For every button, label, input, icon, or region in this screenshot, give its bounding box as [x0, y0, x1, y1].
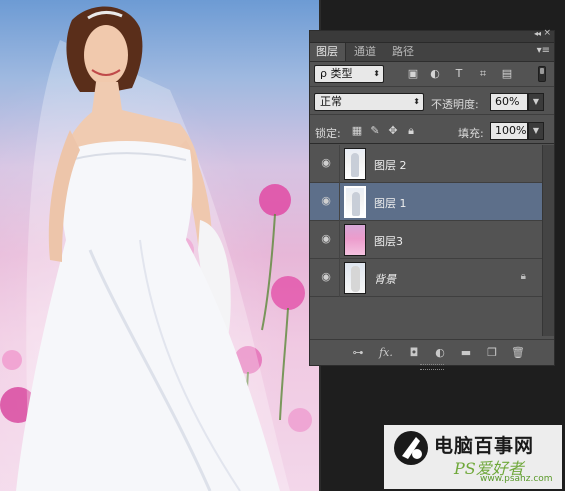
- image-filter-icon[interactable]: ▣: [406, 67, 420, 81]
- resize-grip[interactable]: [420, 364, 444, 370]
- opacity-field[interactable]: 60%: [490, 93, 528, 111]
- blend-mode-label: 正常: [320, 95, 342, 108]
- watermark-url: www.psahz.com: [480, 474, 553, 484]
- blend-mode-select[interactable]: 正常 ⬍: [314, 93, 424, 111]
- tab-channels[interactable]: 通道: [348, 43, 384, 61]
- layer-row[interactable]: ◉ 图层3: [310, 221, 542, 259]
- panel-menu-icon[interactable]: ▾≡: [537, 45, 550, 56]
- mask-icon[interactable]: ◘: [406, 346, 422, 360]
- smart-object-filter-icon[interactable]: ▤: [500, 67, 514, 81]
- chevron-updown-icon: ⬍: [373, 69, 380, 78]
- eye-icon[interactable]: ◉: [320, 233, 332, 245]
- layers-list: ◉ 图层 2 ◉ 图层 1 ◉ 图层3 ◉ 背景 🔒︎: [310, 145, 542, 336]
- fill-field[interactable]: 100%: [490, 122, 528, 140]
- opacity-dropdown-button[interactable]: ▼: [528, 93, 544, 111]
- flower-blob: [288, 408, 312, 432]
- close-icon[interactable]: ×: [543, 28, 551, 38]
- lock-paint-icon[interactable]: ✎: [368, 124, 382, 138]
- collapse-icon[interactable]: ◂◂: [534, 29, 541, 38]
- lock-position-icon[interactable]: ✥: [386, 124, 400, 138]
- lock-icon: 🔒︎: [520, 271, 526, 282]
- layer-name[interactable]: 图层3: [374, 233, 403, 249]
- layer-thumbnail: [344, 186, 366, 218]
- divider: [339, 183, 340, 221]
- lock-label: 锁定:: [315, 127, 341, 140]
- filter-toggle[interactable]: [538, 66, 546, 82]
- opacity-label: 不透明度:: [431, 98, 479, 111]
- layer-thumbnail: [344, 262, 366, 294]
- fill-label: 填充:: [458, 127, 484, 140]
- divider: [339, 221, 340, 259]
- link-icon[interactable]: ⊶: [350, 346, 366, 360]
- flower-blob: [259, 184, 291, 216]
- panel-titlebar[interactable]: ◂◂ ×: [310, 28, 554, 43]
- panel-bottom-bar: ⊶ fx. ◘ ◐ ▬ ❐ 🗑︎: [310, 339, 554, 370]
- divider: [339, 259, 340, 297]
- eye-icon[interactable]: ◉: [320, 195, 332, 207]
- panel-tabs: 图层 通道 路径 ▾≡: [310, 43, 554, 62]
- lock-all-icon[interactable]: 🔒︎: [404, 124, 418, 138]
- fill-dropdown-button[interactable]: ▼: [528, 122, 544, 140]
- folder-icon[interactable]: ▬: [458, 346, 474, 360]
- layer-thumbnail: [344, 148, 366, 180]
- trash-icon[interactable]: 🗑︎: [510, 346, 526, 360]
- layers-scrollbar[interactable]: [542, 145, 554, 336]
- watermark-title: 电脑百事网: [434, 435, 535, 457]
- type-filter-icon[interactable]: T: [452, 67, 466, 81]
- blend-row: 正常 ⬍ 不透明度: 60% ▼: [310, 88, 554, 115]
- watermark-logo: [394, 431, 428, 465]
- shape-filter-icon[interactable]: ⌗: [476, 67, 490, 81]
- fx-icon[interactable]: fx.: [378, 346, 394, 360]
- flower-blob: [271, 276, 305, 310]
- tab-paths[interactable]: 路径: [386, 43, 422, 61]
- layer-name[interactable]: 图层 1: [374, 195, 407, 211]
- layer-thumbnail: [344, 224, 366, 256]
- layer-row-selected[interactable]: ◉ 图层 1: [310, 183, 542, 221]
- layers-panel: ◂◂ × 图层 通道 路径 ▾≡ ρ 类型 ⬍ ▣ ◐ T ⌗ ▤ 正常 ⬍ 不…: [309, 28, 555, 370]
- eye-icon[interactable]: ◉: [320, 271, 332, 283]
- divider: [339, 145, 340, 183]
- watermark: 电脑百事网 PS爱好者 www.psahz.com: [384, 425, 562, 489]
- adjustment-icon[interactable]: ◐: [432, 346, 448, 360]
- layer-name[interactable]: 背景: [374, 271, 396, 287]
- bride-photo: [0, 6, 312, 491]
- filter-kind-select[interactable]: ρ 类型 ⬍: [314, 65, 384, 83]
- lock-row: 锁定: ▦ ✎ ✥ 🔒︎ 填充: 100% ▼: [310, 116, 554, 144]
- document-canvas[interactable]: [0, 0, 321, 491]
- layer-row[interactable]: ◉ 图层 2: [310, 145, 542, 183]
- flower-blob: [2, 350, 22, 370]
- adjustment-filter-icon[interactable]: ◐: [428, 67, 442, 81]
- filter-row: ρ 类型 ⬍ ▣ ◐ T ⌗ ▤: [310, 61, 554, 87]
- tab-layers[interactable]: 图层: [310, 43, 346, 61]
- lock-transparency-icon[interactable]: ▦: [350, 124, 364, 138]
- layer-name[interactable]: 图层 2: [374, 157, 407, 173]
- eye-icon[interactable]: ◉: [320, 157, 332, 169]
- new-layer-icon[interactable]: ❐: [484, 346, 500, 360]
- chevron-updown-icon: ⬍: [413, 97, 420, 106]
- layer-row-background[interactable]: ◉ 背景 🔒︎: [310, 259, 542, 297]
- filter-kind-label: ρ 类型: [320, 67, 353, 80]
